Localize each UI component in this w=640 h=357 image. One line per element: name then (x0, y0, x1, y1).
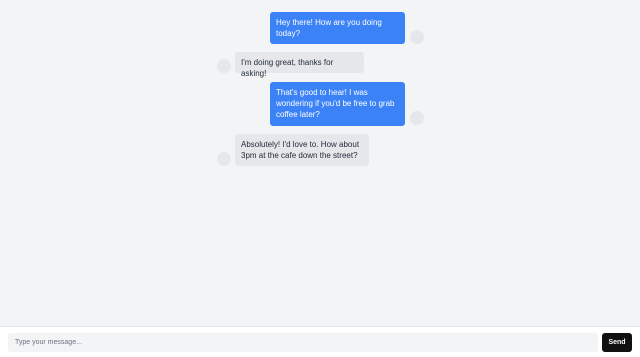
avatar (217, 152, 231, 166)
avatar (410, 30, 424, 44)
message-text: Absolutely! I'd love to. How about 3pm a… (241, 140, 360, 160)
message-text: That's good to hear! I was wondering if … (276, 88, 395, 119)
message-text: Hey there! How are you doing today? (276, 18, 382, 38)
avatar (217, 59, 231, 73)
message-text: I'm doing great, thanks for asking! (241, 58, 334, 78)
message-received: I'm doing great, thanks for asking! (235, 52, 364, 78)
message-sent: Hey there! How are you doing today? (270, 12, 405, 44)
send-button[interactable]: Send (602, 333, 632, 352)
avatar (410, 111, 424, 125)
chat-messages-area: Hey there! How are you doing today? I'm … (0, 0, 640, 326)
message-received: Absolutely! I'd love to. How about 3pm a… (235, 134, 369, 166)
message-sent: That's good to hear! I was wondering if … (270, 82, 405, 126)
message-input[interactable] (8, 333, 598, 352)
